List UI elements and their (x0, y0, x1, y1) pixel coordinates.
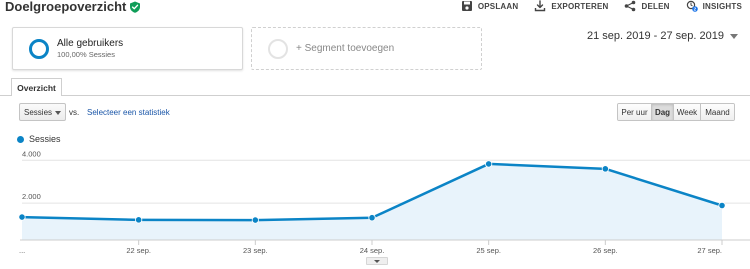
tab-overview-label: Overzicht (17, 82, 56, 93)
data-point (251, 216, 259, 224)
insights-icon: 2 (686, 0, 698, 12)
verified-shield-icon (130, 1, 141, 13)
chart-expand-handle[interactable] (366, 257, 388, 265)
legend-dot (17, 135, 24, 143)
chart-legend: Sessies (17, 134, 61, 144)
data-point (368, 214, 376, 222)
tab-divider (0, 95, 750, 96)
granularity-month[interactable]: Maand (701, 104, 734, 120)
save-icon (461, 1, 472, 11)
data-point (601, 165, 609, 173)
data-point (485, 160, 493, 168)
save-label: OPSLAAN (477, 1, 519, 11)
add-segment-circle (268, 38, 288, 59)
caret-down-icon (374, 259, 380, 263)
granularity-week[interactable]: Week (674, 104, 701, 120)
caret-down-icon (55, 111, 61, 115)
insights-button[interactable]: 2 INSIGHTS (686, 0, 742, 12)
y-tick-label: 2.000 (22, 192, 41, 201)
sessions-chart: 4.000 2.000... 22 sep. 23 sep. 24 sep. 25 sep… (0, 148, 750, 269)
share-icon (625, 0, 636, 12)
granularity-hourly[interactable]: Per uur (618, 104, 652, 120)
segment-detail: 100,00% Sessies (57, 50, 115, 59)
header-actions: OPSLAAN EXPORTEREN DELEN 2 INSIGHTS (461, 0, 742, 12)
insights-badge: 2 (693, 7, 696, 12)
date-range-picker[interactable]: 21 sep. 2019 - 27 sep. 2019 (587, 30, 738, 42)
tab-overview[interactable]: Overzicht (11, 78, 62, 96)
save-button[interactable]: OPSLAAN (461, 0, 519, 12)
x-tick-label: ... (19, 246, 25, 255)
series-area-fill (22, 163, 722, 240)
x-tick-label: 22 sep. (126, 246, 151, 255)
x-tick-label: 26 sep. (593, 246, 618, 255)
x-tick-label: 25 sep. (476, 246, 501, 255)
page-title-text: Doelgroepoverzicht (5, 0, 127, 14)
chevron-down-icon (730, 33, 738, 39)
date-range-text: 21 sep. 2019 - 27 sep. 2019 (587, 30, 724, 42)
x-tick-label: 23 sep. (243, 246, 268, 255)
segment-all-users[interactable]: Alle gebruikers 100,00% Sessies (12, 27, 243, 70)
x-tick-label: 24 sep. (360, 246, 385, 255)
metric-select[interactable]: Sessies (19, 103, 66, 121)
export-icon (535, 0, 546, 12)
granularity-day[interactable]: Dag (652, 104, 674, 120)
x-tick-label: 27 sep. (697, 246, 722, 255)
y-tick-label: 4.000 (22, 149, 41, 158)
data-point (718, 201, 726, 210)
data-point (18, 213, 26, 221)
insights-label: INSIGHTS (702, 1, 742, 11)
export-button[interactable]: EXPORTEREN (534, 0, 608, 12)
select-metric-link[interactable]: Selecteer een statistiek (87, 108, 170, 117)
add-segment-button[interactable]: + Segment toevoegen (251, 27, 482, 70)
share-button[interactable]: DELEN (624, 0, 669, 12)
add-segment-label: + Segment toevoegen (296, 43, 395, 54)
data-point (135, 216, 143, 224)
granularity-toggle: Per uur Dag Week Maand (617, 103, 735, 121)
export-label: EXPORTEREN (551, 1, 609, 11)
segment-color-circle (29, 38, 49, 59)
share-label: DELEN (641, 1, 670, 11)
segment-text: Alle gebruikers 100,00% Sessies (57, 38, 123, 59)
segment-name: Alle gebruikers (57, 38, 124, 49)
metric-select-value: Sessies (24, 107, 53, 117)
legend-label: Sessies (29, 134, 61, 144)
page-title: Doelgroepoverzicht (5, 0, 141, 14)
page-header: Doelgroepoverzicht OPSLAAN EXPORTEREN DE… (0, 0, 750, 20)
sessions-chart-svg: 4.000 2.000... 22 sep. 23 sep. 24 sep. 25 sep… (18, 149, 750, 255)
vs-label: vs. (69, 108, 80, 117)
